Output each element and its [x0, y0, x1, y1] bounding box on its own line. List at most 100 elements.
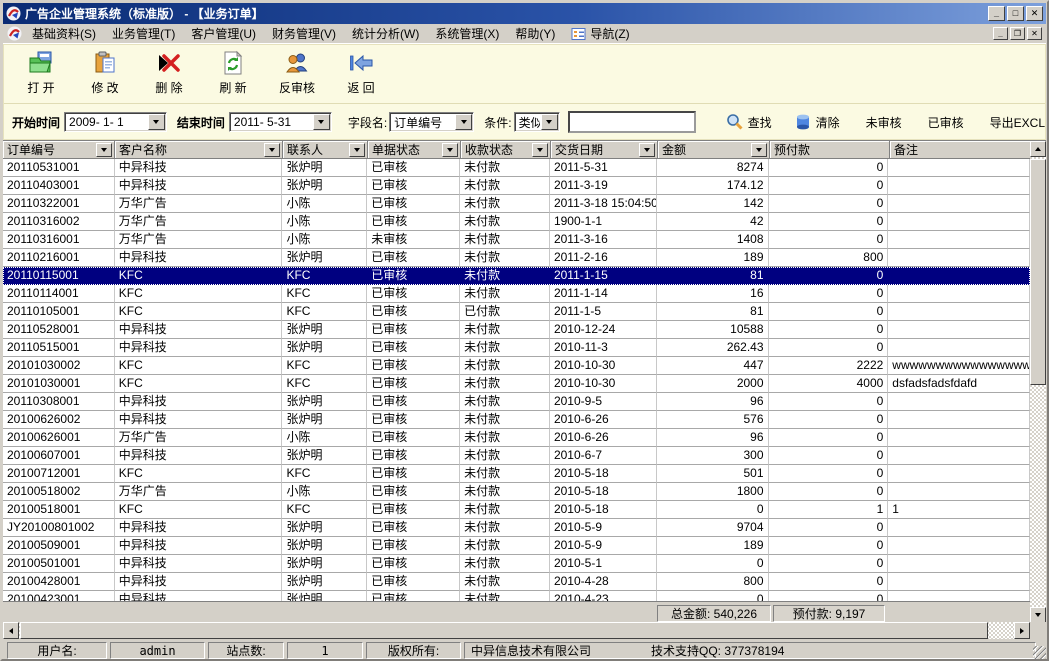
table-row[interactable]: 20100626001万华广告小陈已审核未付款2010-6-26960 [3, 429, 1030, 447]
column-filter-button[interactable] [639, 143, 655, 157]
toolbar-button-1[interactable]: 打 开 [12, 48, 70, 98]
column-header-7[interactable]: 金额 [658, 141, 770, 159]
toolbar-button-5[interactable]: 反审核 [268, 48, 326, 98]
table-cell: 已审核 [367, 375, 460, 393]
column-header-9[interactable]: 备注 [890, 141, 1032, 159]
mdi-restore-button[interactable]: ❐ [1010, 27, 1025, 40]
horizontal-scroll-thumb[interactable] [20, 622, 988, 639]
condition-combo[interactable]: 类似 [514, 112, 560, 132]
toolbar-button-2[interactable]: 修 改 [76, 48, 134, 98]
maximize-button[interactable]: □ [1007, 6, 1024, 21]
menu-item-8[interactable]: 导航(Z) [563, 23, 637, 44]
menu-item-3[interactable]: 客户管理(U) [183, 23, 264, 44]
chevron-down-icon[interactable] [148, 114, 165, 130]
table-row[interactable]: 20110216001中异科技张炉明已审核未付款2011-2-16189800 [3, 249, 1030, 267]
column-filter-button[interactable] [751, 143, 767, 157]
table-cell: 已审核 [367, 591, 460, 601]
table-row[interactable]: 20110531001中异科技张炉明已审核未付款2011-5-3182740 [3, 159, 1030, 177]
table-cell [888, 573, 1030, 591]
table-row[interactable]: 20110322001万华广告小陈已审核未付款2011-3-18 15:04:5… [3, 195, 1030, 213]
table-row[interactable]: 20100518001KFCKFC已审核未付款2010-5-18011 [3, 501, 1030, 519]
sites-label: 站点数: [208, 642, 284, 659]
scroll-down-button[interactable] [1030, 607, 1046, 622]
table-cell: 万华广告 [115, 429, 283, 447]
table-cell: 未付款 [460, 195, 550, 213]
vertical-scrollbar[interactable] [1030, 141, 1046, 622]
table-row[interactable]: 20110115001KFCKFC已审核未付款2011-1-15810 [3, 267, 1030, 285]
table-row[interactable]: 20100423001中异科技张炉明已审核未付款2010-4-2300 [3, 591, 1030, 601]
horizontal-scrollbar[interactable] [3, 622, 1030, 639]
chevron-down-icon[interactable] [455, 114, 472, 130]
table-cell: 20110105001 [3, 303, 115, 321]
table-cell: 2011-3-19 [550, 177, 657, 195]
column-header-label: 预付款 [774, 141, 887, 158]
table-row[interactable]: 20101030002KFCKFC已审核未付款2010-10-304472222… [3, 357, 1030, 375]
find-button[interactable]: 查找 [726, 113, 772, 131]
table-cell: 20100607001 [3, 447, 115, 465]
scroll-up-button[interactable] [1030, 141, 1046, 157]
scroll-left-button[interactable] [3, 622, 19, 639]
table-cell: 0 [769, 339, 889, 357]
column-header-6[interactable]: 交货日期 [551, 141, 658, 159]
column-header-1[interactable]: 订单编号 [3, 141, 115, 159]
unaudited-button[interactable]: 未审核 [866, 114, 902, 131]
menu-item-5[interactable]: 统计分析(W) [344, 23, 427, 44]
table-row[interactable]: 20100626002中异科技张炉明已审核未付款2010-6-265760 [3, 411, 1030, 429]
table-row[interactable]: 20110308001中异科技张炉明已审核未付款2010-9-5960 [3, 393, 1030, 411]
table-row[interactable]: 20110528001中异科技张炉明已审核未付款2010-12-24105880 [3, 321, 1030, 339]
close-button[interactable]: ✕ [1026, 6, 1043, 21]
audited-button[interactable]: 已审核 [928, 114, 964, 131]
column-filter-button[interactable] [532, 143, 548, 157]
mdi-close-button[interactable]: ✕ [1027, 27, 1042, 40]
table-row[interactable]: 20110515001中异科技张炉明已审核未付款2010-11-3262.430 [3, 339, 1030, 357]
minimize-button[interactable]: _ [988, 6, 1005, 21]
menu-item-4[interactable]: 财务管理(V) [264, 23, 344, 44]
start-date-combo[interactable]: 2009- 1- 1 [64, 112, 167, 132]
mdi-minimize-button[interactable]: _ [993, 27, 1008, 40]
end-date-combo[interactable]: 2011- 5-31 [229, 112, 332, 132]
field-name-combo[interactable]: 订单编号 [389, 112, 474, 132]
search-input[interactable] [568, 111, 696, 133]
table-row[interactable]: 20110403001中异科技张炉明已审核未付款2011-3-19174.120 [3, 177, 1030, 195]
toolbar-button-4[interactable]: 刷 新 [204, 48, 262, 98]
vertical-scroll-thumb[interactable] [1030, 159, 1046, 385]
table-row[interactable]: 20110114001KFCKFC已审核未付款2011-1-14160 [3, 285, 1030, 303]
table-row[interactable]: 20101030001KFCKFC已审核未付款2010-10-302000400… [3, 375, 1030, 393]
menu-item-6[interactable]: 系统管理(X) [427, 23, 507, 44]
column-header-2[interactable]: 客户名称 [115, 141, 283, 159]
table-row[interactable]: 20100607001中异科技张炉明已审核未付款2010-6-73000 [3, 447, 1030, 465]
table-row[interactable]: 20110105001KFCKFC已审核已付款2011-1-5810 [3, 303, 1030, 321]
column-filter-button[interactable] [442, 143, 458, 157]
toolbar-button-3[interactable]: 删 除 [140, 48, 198, 98]
toolbar-button-6[interactable]: 返 回 [332, 48, 390, 98]
column-header-4[interactable]: 单据状态 [368, 141, 461, 159]
table-cell [888, 231, 1030, 249]
column-header-3[interactable]: 联系人 [283, 141, 368, 159]
column-header-5[interactable]: 收款状态 [461, 141, 551, 159]
table-row[interactable]: 20100518002万华广告小陈已审核未付款2010-5-1818000 [3, 483, 1030, 501]
table-row[interactable]: JY20100801002中异科技张炉明已审核未付款2010-5-997040 [3, 519, 1030, 537]
table-cell: 20110308001 [3, 393, 115, 411]
column-filter-button[interactable] [96, 143, 112, 157]
table-row[interactable]: 20110316002万华广告小陈已审核未付款1900-1-1420 [3, 213, 1030, 231]
clear-button[interactable]: 清除 [794, 113, 840, 131]
table-row[interactable]: 20100501001中异科技张炉明已审核未付款2010-5-100 [3, 555, 1030, 573]
table-row[interactable]: 20100428001中异科技张炉明已审核未付款2010-4-288000 [3, 573, 1030, 591]
menu-item-2[interactable]: 业务管理(T) [104, 23, 183, 44]
table-cell: 0 [769, 267, 889, 285]
column-header-8[interactable]: 预付款 [770, 141, 890, 159]
chevron-down-icon[interactable] [541, 114, 558, 130]
table-row[interactable]: 20110316001万华广告小陈未审核未付款2011-3-1614080 [3, 231, 1030, 249]
total-amount-box: 总金额: 540,226 [657, 605, 771, 622]
menu-item-1[interactable]: 基础资料(S) [24, 23, 104, 44]
chevron-down-icon[interactable] [313, 114, 330, 130]
column-filter-button[interactable] [264, 143, 280, 157]
table-row[interactable]: 20100712001KFCKFC已审核未付款2010-5-185010 [3, 465, 1030, 483]
table-cell [888, 249, 1030, 267]
menu-item-7[interactable]: 帮助(Y) [507, 23, 563, 44]
table-row[interactable]: 20100509001中异科技张炉明已审核未付款2010-5-91890 [3, 537, 1030, 555]
resize-grip[interactable] [1033, 646, 1046, 659]
scroll-right-button[interactable] [1014, 622, 1030, 639]
export-excel-button[interactable]: 导出EXCL [990, 114, 1045, 131]
column-filter-button[interactable] [349, 143, 365, 157]
